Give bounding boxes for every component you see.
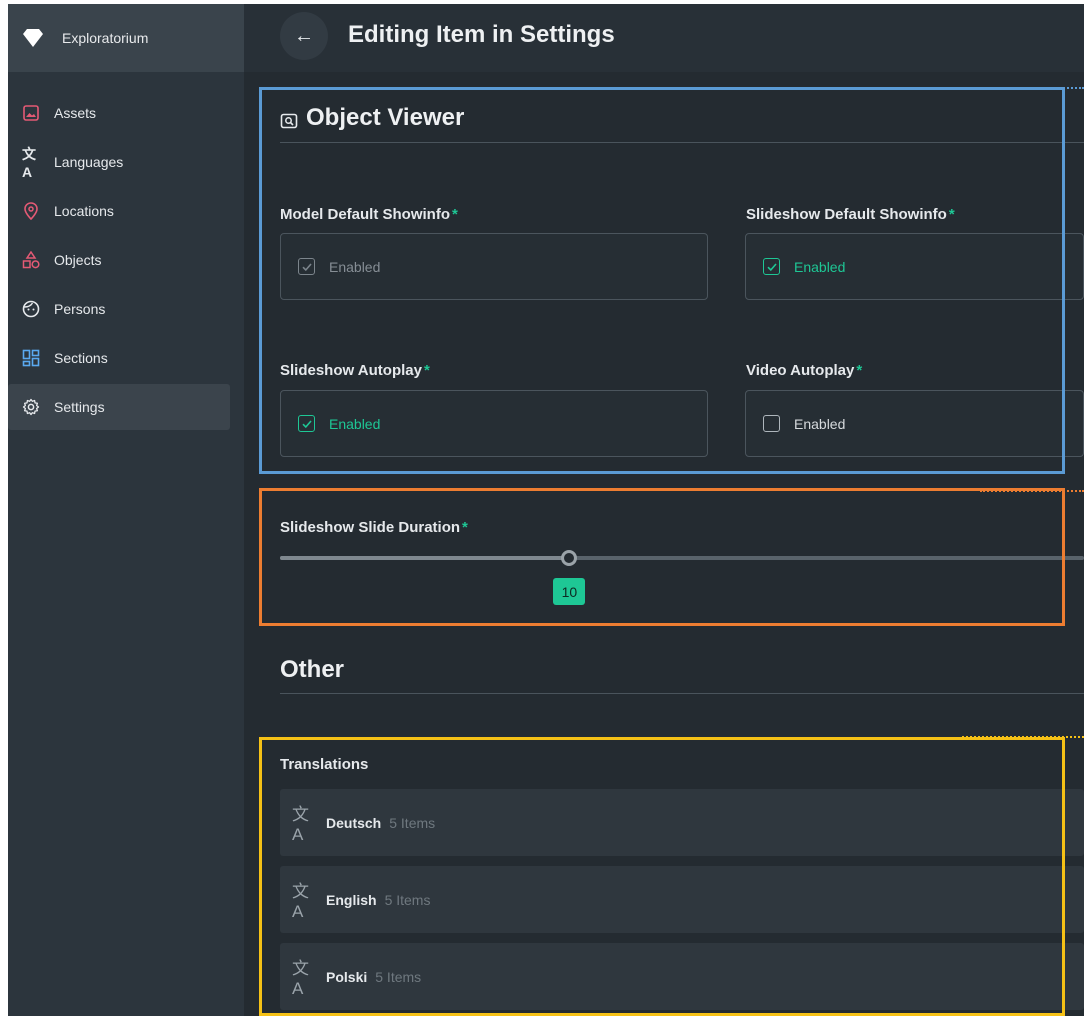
field-label: Model Default Showinfo * [280, 206, 458, 223]
slideshow-default-showinfo-field[interactable]: Enabled [745, 233, 1084, 300]
section-heading: Object Viewer [306, 104, 465, 131]
page-title: Editing Item in Settings [348, 21, 615, 48]
sidebar-item-persons[interactable]: Persons [8, 286, 230, 332]
checkbox-label: Enabled [329, 415, 381, 432]
dotted-connector [972, 87, 1084, 89]
dotted-connector [962, 736, 1084, 738]
other-section-title: Other [280, 656, 345, 683]
field-label: Slideshow Slide Duration * [280, 519, 468, 536]
slideshow-autoplay-field[interactable]: Enabled [280, 390, 708, 457]
field-label: Video Autoplay * [746, 362, 863, 379]
field-label: Slideshow Autoplay * [280, 362, 430, 379]
sidebar-item-languages[interactable]: 文A Languages [8, 139, 230, 185]
translate-icon: 文A [292, 959, 309, 998]
item-count: 5 Items [375, 968, 422, 985]
back-button[interactable]: ← [280, 12, 328, 60]
sidebar-item-settings[interactable]: Settings [8, 384, 230, 430]
dotted-connector [980, 490, 1084, 492]
translation-row-polski[interactable]: 文A Polski 5 Items [280, 943, 1084, 1010]
sidebar-item-locations[interactable]: Locations [8, 188, 230, 234]
main-content: ← Editing Item in Settings Object Viewer… [244, 4, 1084, 1016]
page-header: ← Editing Item in Settings [244, 4, 1084, 72]
sidebar-item-objects[interactable]: Objects [8, 237, 230, 283]
brand[interactable]: Exploratorium [8, 4, 244, 72]
face-icon [22, 300, 40, 318]
field-label: Slideshow Default Showinfo * [746, 206, 955, 223]
sidebar-item-label: Locations [54, 203, 114, 219]
model-default-showinfo-field[interactable]: Enabled [280, 233, 708, 300]
diamond-logo-icon [22, 28, 46, 48]
divider [280, 693, 1084, 694]
slider-fill [280, 556, 570, 560]
translation-row-english[interactable]: 文A English 5 Items [280, 866, 1084, 933]
gear-icon [22, 398, 40, 416]
translate-icon: 文A [22, 146, 36, 180]
checkbox[interactable] [763, 258, 780, 275]
sidebar-item-label: Assets [54, 105, 97, 121]
dashboard-icon [22, 349, 40, 367]
sidebar: Exploratorium Assets 文A Languages Locati… [8, 4, 244, 1016]
translate-icon: 文A [292, 882, 309, 921]
item-count: 5 Items [384, 891, 431, 908]
slider-value-badge: 10 [553, 578, 586, 605]
sidebar-item-label: Sections [54, 350, 108, 366]
sidebar-nav: Assets 文A Languages Locations Objects Pe… [8, 72, 244, 430]
slide-duration-slider[interactable] [280, 550, 1084, 566]
checkbox[interactable] [298, 415, 315, 432]
sidebar-item-label: Persons [54, 301, 106, 317]
language-name: Polski [326, 968, 368, 985]
map-pin-icon [22, 202, 40, 220]
item-count: 5 Items [389, 814, 436, 831]
brand-name: Exploratorium [62, 30, 149, 46]
checkbox-label: Enabled [329, 258, 381, 275]
shapes-icon [22, 251, 40, 269]
video-autoplay-field[interactable]: Enabled [745, 390, 1084, 457]
checkbox-label: Enabled [794, 258, 846, 275]
checkbox-label: Enabled [794, 415, 846, 432]
sidebar-item-label: Languages [54, 154, 124, 170]
translations-label: Translations [280, 756, 369, 773]
sidebar-item-label: Objects [54, 252, 102, 268]
translate-icon: 文A [292, 805, 309, 844]
arrow-left-icon: ← [294, 24, 314, 47]
sidebar-item-assets[interactable]: Assets [8, 90, 230, 136]
language-name: English [326, 891, 377, 908]
language-name: Deutsch [326, 814, 382, 831]
object-viewer-title: Object Viewer [280, 104, 464, 132]
sidebar-item-label: Settings [54, 399, 105, 415]
image-icon [22, 104, 40, 122]
translation-row-deutsch[interactable]: 文A Deutsch 5 Items [280, 789, 1084, 856]
divider [280, 142, 1084, 143]
checkbox[interactable] [298, 258, 315, 275]
sidebar-item-sections[interactable]: Sections [8, 335, 230, 381]
checkbox[interactable] [763, 415, 780, 432]
search-image-icon [280, 109, 298, 129]
slider-thumb[interactable] [561, 550, 578, 566]
